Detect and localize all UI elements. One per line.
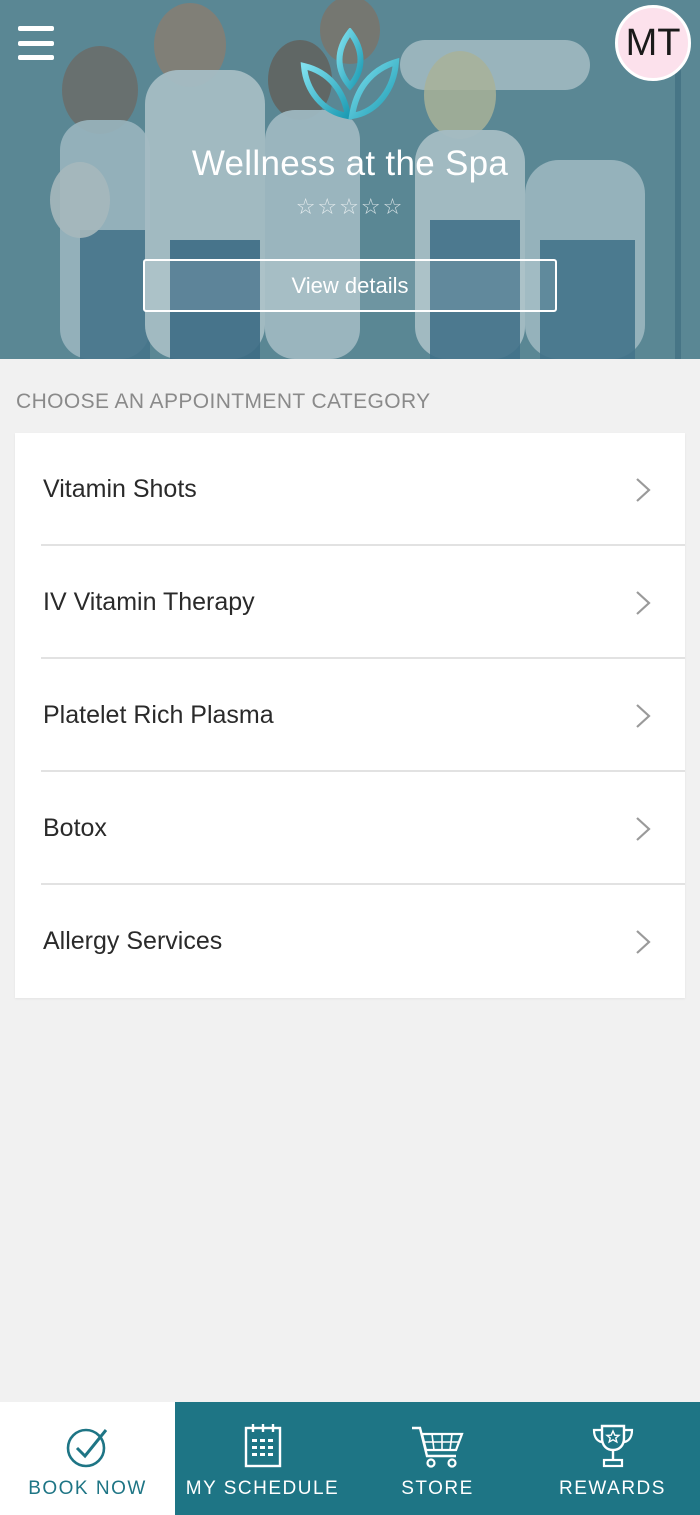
nav-my-schedule[interactable]: MY SCHEDULE	[175, 1402, 350, 1515]
category-label: IV Vitamin Therapy	[43, 588, 255, 616]
bottom-navigation: BOOK NOW MY SCHEDULE STORE REWARDS	[0, 1402, 700, 1515]
calendar-icon	[244, 1424, 281, 1468]
trophy-icon	[592, 1424, 633, 1468]
chevron-right-icon	[636, 704, 651, 728]
category-label: Botox	[43, 814, 107, 842]
menu-icon-bar	[18, 40, 54, 46]
category-item-vitamin-shots[interactable]: Vitamin Shots	[15, 433, 685, 546]
nav-store[interactable]: STORE	[350, 1402, 525, 1515]
chevron-right-icon	[636, 930, 651, 954]
category-label: Platelet Rich Plasma	[43, 701, 274, 729]
category-item-iv-vitamin-therapy[interactable]: IV Vitamin Therapy	[15, 546, 685, 659]
check-circle-icon	[66, 1428, 107, 1468]
category-item-platelet-rich-plasma[interactable]: Platelet Rich Plasma	[15, 659, 685, 772]
nav-label: BOOK NOW	[28, 1478, 147, 1499]
nav-rewards[interactable]: REWARDS	[525, 1402, 700, 1515]
rating-stars: ☆☆☆☆☆	[295, 194, 405, 219]
cart-icon	[411, 1426, 464, 1468]
view-details-button[interactable]: View details	[143, 259, 557, 312]
nav-label: REWARDS	[559, 1478, 666, 1499]
category-item-botox[interactable]: Botox	[15, 772, 685, 885]
spa-logo-icon	[300, 28, 400, 120]
category-item-allergy-services[interactable]: Allergy Services	[15, 885, 685, 998]
chevron-right-icon	[636, 817, 651, 841]
category-label: Vitamin Shots	[43, 475, 197, 503]
chevron-right-icon	[636, 591, 651, 615]
nav-label: STORE	[401, 1478, 474, 1499]
section-heading: CHOOSE AN APPOINTMENT CATEGORY	[16, 390, 431, 413]
hero-banner: MT Wellness at the Spa ☆☆☆☆☆ View detail…	[0, 0, 700, 359]
user-avatar[interactable]: MT	[615, 5, 691, 81]
nav-label: MY SCHEDULE	[185, 1478, 340, 1499]
category-label: Allergy Services	[43, 927, 223, 955]
menu-icon-bar	[18, 55, 54, 60]
menu-icon-bar	[18, 26, 54, 31]
nav-book-now[interactable]: BOOK NOW	[0, 1402, 175, 1515]
menu-button[interactable]	[18, 26, 54, 60]
chevron-right-icon	[636, 478, 651, 502]
business-title: Wellness at the Spa	[191, 144, 509, 183]
category-list: Vitamin Shots IV Vitamin Therapy Platele…	[15, 433, 685, 998]
